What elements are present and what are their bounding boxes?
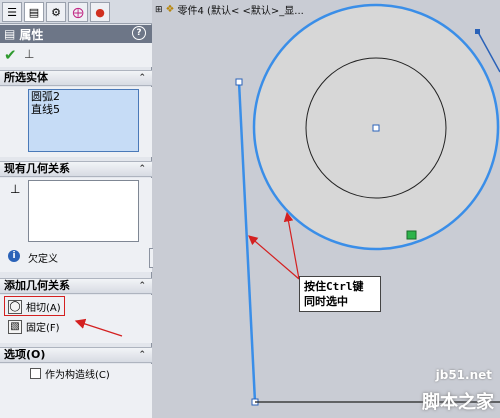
property-manager-icon: ▤: [28, 5, 40, 19]
existing-relations-heading: 现有几何关系: [4, 162, 70, 175]
options-header[interactable]: 选项(O) ⌃: [0, 347, 152, 363]
panel-titlebar: ▤ 属性 ?: [0, 25, 152, 43]
center-point[interactable]: [372, 124, 380, 132]
info-icon: i: [8, 250, 20, 262]
highlight-box: [4, 296, 65, 316]
feature-manager-tab[interactable]: ☰: [2, 2, 22, 22]
properties-icon: ▤: [4, 27, 16, 41]
existing-relations-list[interactable]: [28, 180, 139, 242]
list-item[interactable]: 直线5: [29, 103, 138, 116]
selected-entities-list[interactable]: 圆弧2 直线5: [28, 89, 139, 152]
collapse-icon[interactable]: ⌃: [138, 71, 146, 85]
annotation-callout: 按住Ctrl键 同时选中: [299, 276, 381, 312]
pushpin-icon[interactable]: ⊥: [24, 47, 34, 61]
perpendicular-relation-icon: ⊥: [10, 182, 21, 196]
collapse-icon[interactable]: ⌃: [138, 162, 146, 176]
property-manager-panel: ☰ ▤ ⚙ ⨁ ● ▤ 属性 ? ✔ ⊥ 所选实体 ⌃ 圆弧2 直线5 现有几何…: [0, 0, 157, 418]
selected-entities-body: 圆弧2 直线5: [0, 87, 152, 157]
red-arrow-to-arc: [283, 211, 300, 280]
help-icon[interactable]: ?: [132, 26, 146, 40]
options-heading: 选项(O): [4, 348, 46, 361]
manager-tabbar: ☰ ▤ ⚙ ⨁ ●: [0, 0, 152, 24]
options-body: 作为构造线(C): [0, 364, 152, 418]
property-manager-tab[interactable]: ▤: [24, 2, 44, 22]
callout-line-1: 按住Ctrl键: [304, 280, 364, 293]
construction-label: 作为构造线(C): [45, 370, 110, 381]
line-5[interactable]: [237, 81, 257, 403]
collapse-icon[interactable]: ⌃: [138, 279, 146, 293]
config-manager-icon: ⚙: [51, 5, 61, 19]
dimxpert-icon: ⨁: [72, 5, 84, 19]
selected-entities-heading: 所选实体: [4, 71, 48, 84]
display-manager-icon: ●: [95, 5, 105, 19]
selected-entities-header[interactable]: 所选实体 ⌃: [0, 70, 152, 86]
fix-icon: ▧: [8, 319, 22, 334]
red-arrow-to-line: [248, 235, 300, 280]
fix-label: 固定(F): [26, 323, 60, 334]
dimxpert-tab[interactable]: ⨁: [68, 2, 88, 22]
sketch-svg: [235, 3, 500, 406]
display-manager-tab[interactable]: ●: [90, 2, 110, 22]
definition-status: 欠定义: [28, 254, 58, 265]
add-relations-heading: 添加几何关系: [4, 279, 70, 292]
list-item[interactable]: 圆弧2: [29, 90, 138, 103]
existing-relations-body: ⊥ i 欠定义: [0, 178, 152, 272]
callout-line-2: 同时选中: [304, 295, 348, 308]
line-endpoint[interactable]: [475, 29, 480, 34]
watermark-url: jb51.net: [435, 368, 492, 382]
feature-manager-icon: ☰: [7, 5, 17, 19]
checkmark-icon[interactable]: ✔: [4, 46, 17, 64]
add-relations-header[interactable]: 添加几何关系 ⌃: [0, 278, 152, 294]
action-row: ✔ ⊥: [0, 43, 152, 67]
graphics-area[interactable]: ⊞ ❖ 零件4 (默认< <默认>_显... jb51.net 脚本之家: [153, 0, 500, 418]
config-manager-tab[interactable]: ⚙: [46, 2, 66, 22]
line-endpoint[interactable]: [235, 78, 243, 86]
construction-checkbox-row[interactable]: 作为构造线(C): [30, 366, 110, 381]
watermark-name: 脚本之家: [422, 392, 494, 413]
fix-button[interactable]: ▧ 固定(F): [8, 319, 60, 334]
panel-title: 属性: [19, 27, 44, 42]
add-relations-body: ◯ 相切(A) ▧ 固定(F): [0, 295, 152, 343]
collapse-icon[interactable]: ⌃: [138, 348, 146, 362]
existing-relations-header[interactable]: 现有几何关系 ⌃: [0, 161, 152, 177]
watermark: jb51.net 脚本之家: [366, 368, 496, 414]
relation-marker-icon[interactable]: [406, 230, 417, 240]
construction-checkbox[interactable]: [30, 368, 41, 379]
